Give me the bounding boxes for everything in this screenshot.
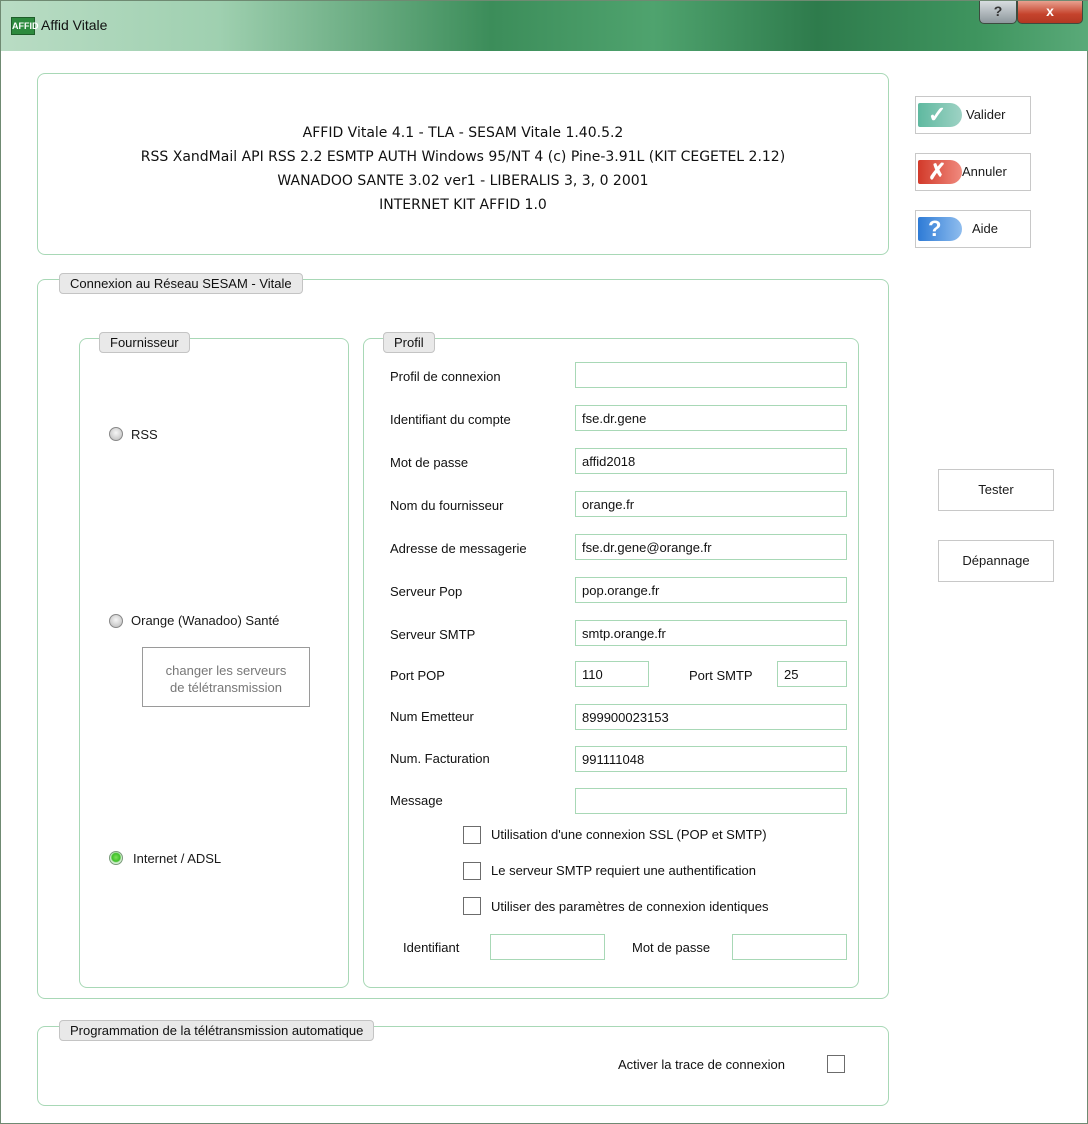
trace-checkbox[interactable] (827, 1055, 845, 1073)
message-field[interactable] (575, 788, 847, 814)
identical-params-label[interactable]: Utiliser des paramètres de connexion ide… (491, 899, 769, 914)
checkmark-icon: ✓ (918, 103, 962, 127)
title-bar[interactable]: AFFID Affid Vitale ? x (1, 1, 1088, 51)
nom-fournisseur-field[interactable]: orange.fr (575, 491, 847, 517)
identifiant-compte-field[interactable]: fse.dr.gene (575, 405, 847, 431)
mot-de-passe-label: Mot de passe (390, 455, 469, 470)
version-line-1: AFFID Vitale 4.1 - TLA - SESAM Vitale 1.… (302, 125, 624, 141)
num-emetteur-field[interactable]: 899900023153 (575, 704, 847, 730)
window-title: Affid Vitale (41, 17, 108, 33)
change-servers-line-2: de télétransmission (170, 680, 282, 695)
serveur-smtp-field[interactable]: smtp.orange.fr (575, 620, 847, 646)
orange-label[interactable]: Orange (Wanadoo) Santé (131, 613, 279, 628)
cross-icon: ✗ (918, 160, 962, 184)
serveur-smtp-label: Serveur SMTP (390, 627, 476, 642)
serveur-pop-label: Serveur Pop (390, 584, 463, 599)
rss-radio[interactable] (109, 427, 123, 441)
version-line-3: WANADOO SANTE 3.02 ver1 - LIBERALIS 3, 3… (277, 173, 649, 189)
aide-button[interactable]: ? Aide (915, 210, 1031, 248)
num-facturation-field[interactable]: 991111048 (575, 746, 847, 772)
trace-label[interactable]: Activer la trace de connexion (618, 1057, 785, 1072)
dialog-window: AFFID Affid Vitale ? x AFFID Vitale 4.1 … (0, 0, 1088, 1124)
num-emetteur-label: Num Emetteur (390, 709, 474, 724)
identifiant-compte-label: Identifiant du compte (390, 412, 511, 427)
version-line-4: INTERNET KIT AFFID 1.0 (379, 197, 547, 213)
annuler-label: Annuler (962, 164, 1007, 179)
profil-connexion-label: Profil de connexion (390, 369, 501, 384)
profil-legend: Profil (383, 332, 435, 353)
aide-label: Aide (972, 221, 999, 236)
programmation-legend: Programmation de la télétransmission aut… (59, 1020, 375, 1041)
auth-mot-de-passe-label: Mot de passe (632, 940, 711, 955)
close-button[interactable]: x (1017, 1, 1083, 24)
smtp-auth-label[interactable]: Le serveur SMTP requiert une authentific… (491, 863, 756, 878)
profil-connexion-field[interactable] (575, 362, 847, 388)
connexion-legend: Connexion au Réseau SESAM - Vitale (59, 273, 303, 294)
change-servers-button[interactable]: changer les serveurs de télétransmission (142, 647, 310, 707)
app-icon: AFFID (11, 17, 39, 35)
change-servers-line-1: changer les serveurs (165, 663, 287, 678)
identical-params-checkbox[interactable] (463, 897, 481, 915)
message-label: Message (390, 793, 443, 808)
rss-label[interactable]: RSS (131, 427, 158, 442)
identifiant-field[interactable] (490, 934, 605, 960)
adresse-messagerie-field[interactable]: fse.dr.gene@orange.fr (575, 534, 847, 560)
tester-button[interactable]: Tester (938, 469, 1054, 511)
depannage-button[interactable]: Dépannage (938, 540, 1054, 582)
fournisseur-legend: Fournisseur (99, 332, 190, 353)
question-icon: ? (918, 217, 962, 241)
internet-adsl-radio[interactable] (109, 851, 123, 865)
orange-radio[interactable] (109, 614, 123, 628)
port-smtp-label: Port SMTP (689, 668, 753, 683)
smtp-auth-checkbox[interactable] (463, 862, 481, 880)
ssl-label[interactable]: Utilisation d'une connexion SSL (POP et … (491, 827, 767, 842)
help-title-button[interactable]: ? (979, 1, 1017, 24)
port-smtp-field[interactable]: 25 (777, 661, 847, 687)
version-line-2: RSS XandMail API RSS 2.2 ESMTP AUTH Wind… (140, 149, 786, 165)
mot-de-passe-field[interactable]: affid2018 (575, 448, 847, 474)
serveur-pop-field[interactable]: pop.orange.fr (575, 577, 847, 603)
identifiant-label: Identifiant (403, 940, 460, 955)
adresse-messagerie-label: Adresse de messagerie (390, 541, 527, 556)
internet-adsl-label[interactable]: Internet / ADSL (133, 851, 221, 866)
annuler-button[interactable]: ✗ Annuler (915, 153, 1031, 191)
port-pop-field[interactable]: 110 (575, 661, 649, 687)
nom-fournisseur-label: Nom du fournisseur (390, 498, 504, 513)
port-pop-label: Port POP (390, 668, 445, 683)
auth-mot-de-passe-field[interactable] (732, 934, 847, 960)
valider-label: Valider (966, 107, 1006, 122)
num-facturation-label: Num. Facturation (390, 751, 490, 766)
valider-button[interactable]: ✓ Valider (915, 96, 1031, 134)
ssl-checkbox[interactable] (463, 826, 481, 844)
